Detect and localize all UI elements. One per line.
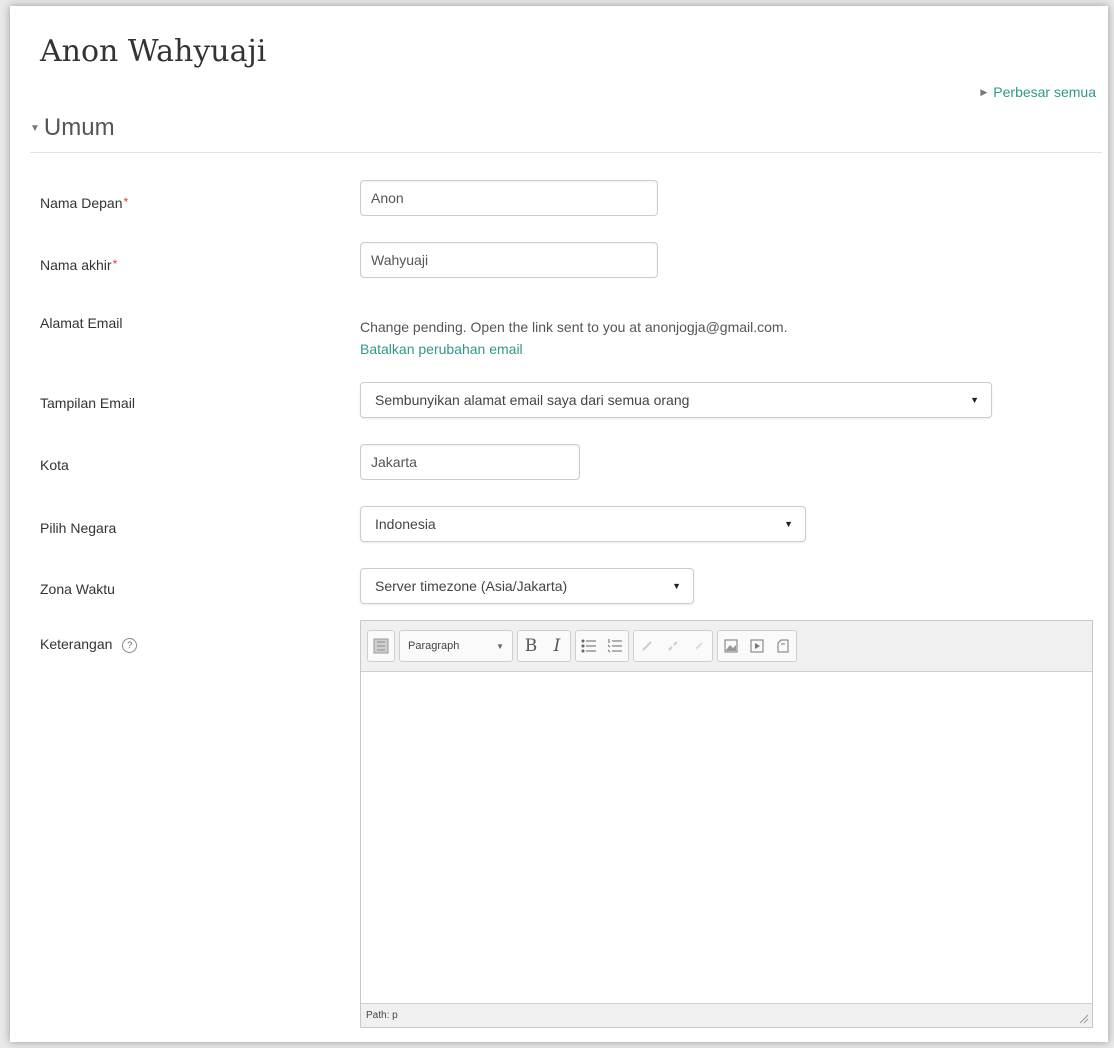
paragraph-format-select[interactable]: Paragraph ▼ (400, 631, 512, 661)
first-name-label: Nama Depan* (40, 195, 128, 211)
profile-edit-page: Anon Wahyuaji ▶ Perbesar semua ▼ Umum Na… (10, 6, 1108, 1042)
toolbar-group-media (717, 630, 797, 662)
toolbar-toggle-button[interactable] (368, 631, 394, 661)
last-name-label: Nama akhir* (40, 257, 117, 273)
expand-arrow-icon: ▶ (980, 86, 988, 97)
timezone-value: Server timezone (Asia/Jakarta) (375, 578, 568, 594)
section-title: Umum (43, 114, 115, 141)
toolbar-group-links (633, 630, 713, 662)
paragraph-format-label: Paragraph (408, 640, 460, 652)
toolbar-group-lists (575, 630, 629, 662)
cancel-email-change-link[interactable]: Batalkan perubahan email (360, 338, 788, 360)
country-label: Pilih Negara (40, 520, 117, 536)
insert-media-button[interactable] (744, 631, 770, 661)
help-icon[interactable]: ? (122, 637, 138, 653)
image-icon (724, 639, 738, 653)
toolbar-group-format: Paragraph ▼ (399, 630, 513, 662)
country-select[interactable]: Indonesia ▼ (360, 506, 806, 542)
bullet-list-icon (581, 639, 596, 653)
numbered-list-button[interactable] (602, 631, 628, 661)
page-title: Anon Wahyuaji (40, 34, 267, 69)
description-editor: Paragraph ▼ B I Path: p (360, 620, 1093, 1028)
email-pending-message: Change pending. Open the link sent to yo… (360, 319, 788, 335)
bold-button[interactable]: B (518, 631, 544, 661)
chevron-down-icon: ▼ (496, 641, 504, 651)
section-header-umum[interactable]: ▼ Umum (30, 114, 1102, 153)
description-label: Keterangan ? (40, 636, 138, 653)
timezone-select[interactable]: Server timezone (Asia/Jakarta) ▼ (360, 568, 694, 604)
first-name-label-text: Nama Depan (40, 195, 123, 211)
required-marker: * (123, 195, 129, 209)
country-value: Indonesia (375, 516, 436, 532)
dropdown-arrow-icon: ▼ (970, 395, 979, 405)
editor-path: Path: p (366, 1010, 398, 1021)
anchor-icon (695, 642, 703, 650)
expand-all-label: Perbesar semua (993, 84, 1096, 100)
required-marker: * (112, 257, 118, 271)
last-name-input[interactable]: Wahyuaji (360, 242, 658, 278)
media-icon (750, 639, 764, 653)
description-label-text: Keterangan (40, 636, 113, 652)
email-display-label: Tampilan Email (40, 395, 135, 411)
toolbar-group-style: B I (517, 630, 571, 662)
email-pending-block: Change pending. Open the link sent to yo… (360, 316, 788, 360)
insert-image-button[interactable] (718, 631, 744, 661)
dropdown-arrow-icon: ▼ (784, 519, 793, 529)
dropdown-arrow-icon: ▼ (672, 581, 681, 591)
editor-content-area[interactable] (361, 672, 1092, 1002)
email-display-select[interactable]: Sembunyikan alamat email saya dari semua… (360, 382, 992, 418)
expand-all-link[interactable]: ▶ Perbesar semua (980, 84, 1096, 100)
link-button[interactable] (634, 631, 660, 661)
unlink-button[interactable] (660, 631, 686, 661)
files-icon (777, 639, 789, 653)
city-input[interactable]: Jakarta (360, 444, 580, 480)
email-display-value: Sembunyikan alamat email saya dari semua… (375, 392, 690, 408)
editor-toolbar: Paragraph ▼ B I (361, 621, 1092, 672)
unlink-icon (668, 641, 678, 651)
link-icon (642, 641, 652, 651)
editor-statusbar: Path: p (361, 1003, 1092, 1027)
timezone-label: Zona Waktu (40, 581, 115, 597)
bullet-list-button[interactable] (576, 631, 602, 661)
anchor-button[interactable] (686, 631, 712, 661)
city-label: Kota (40, 457, 69, 473)
toolbar-group-toggle (367, 630, 395, 662)
last-name-label-text: Nama akhir (40, 257, 112, 273)
collapse-caret-icon: ▼ (30, 122, 40, 134)
manage-files-button[interactable] (770, 631, 796, 661)
italic-button[interactable]: I (544, 631, 570, 661)
numbered-list-icon (607, 639, 622, 653)
email-label: Alamat Email (40, 315, 123, 331)
first-name-input[interactable]: Anon (360, 180, 658, 216)
resize-handle-icon[interactable] (1077, 1012, 1089, 1024)
toolbar-toggle-icon (373, 638, 389, 654)
